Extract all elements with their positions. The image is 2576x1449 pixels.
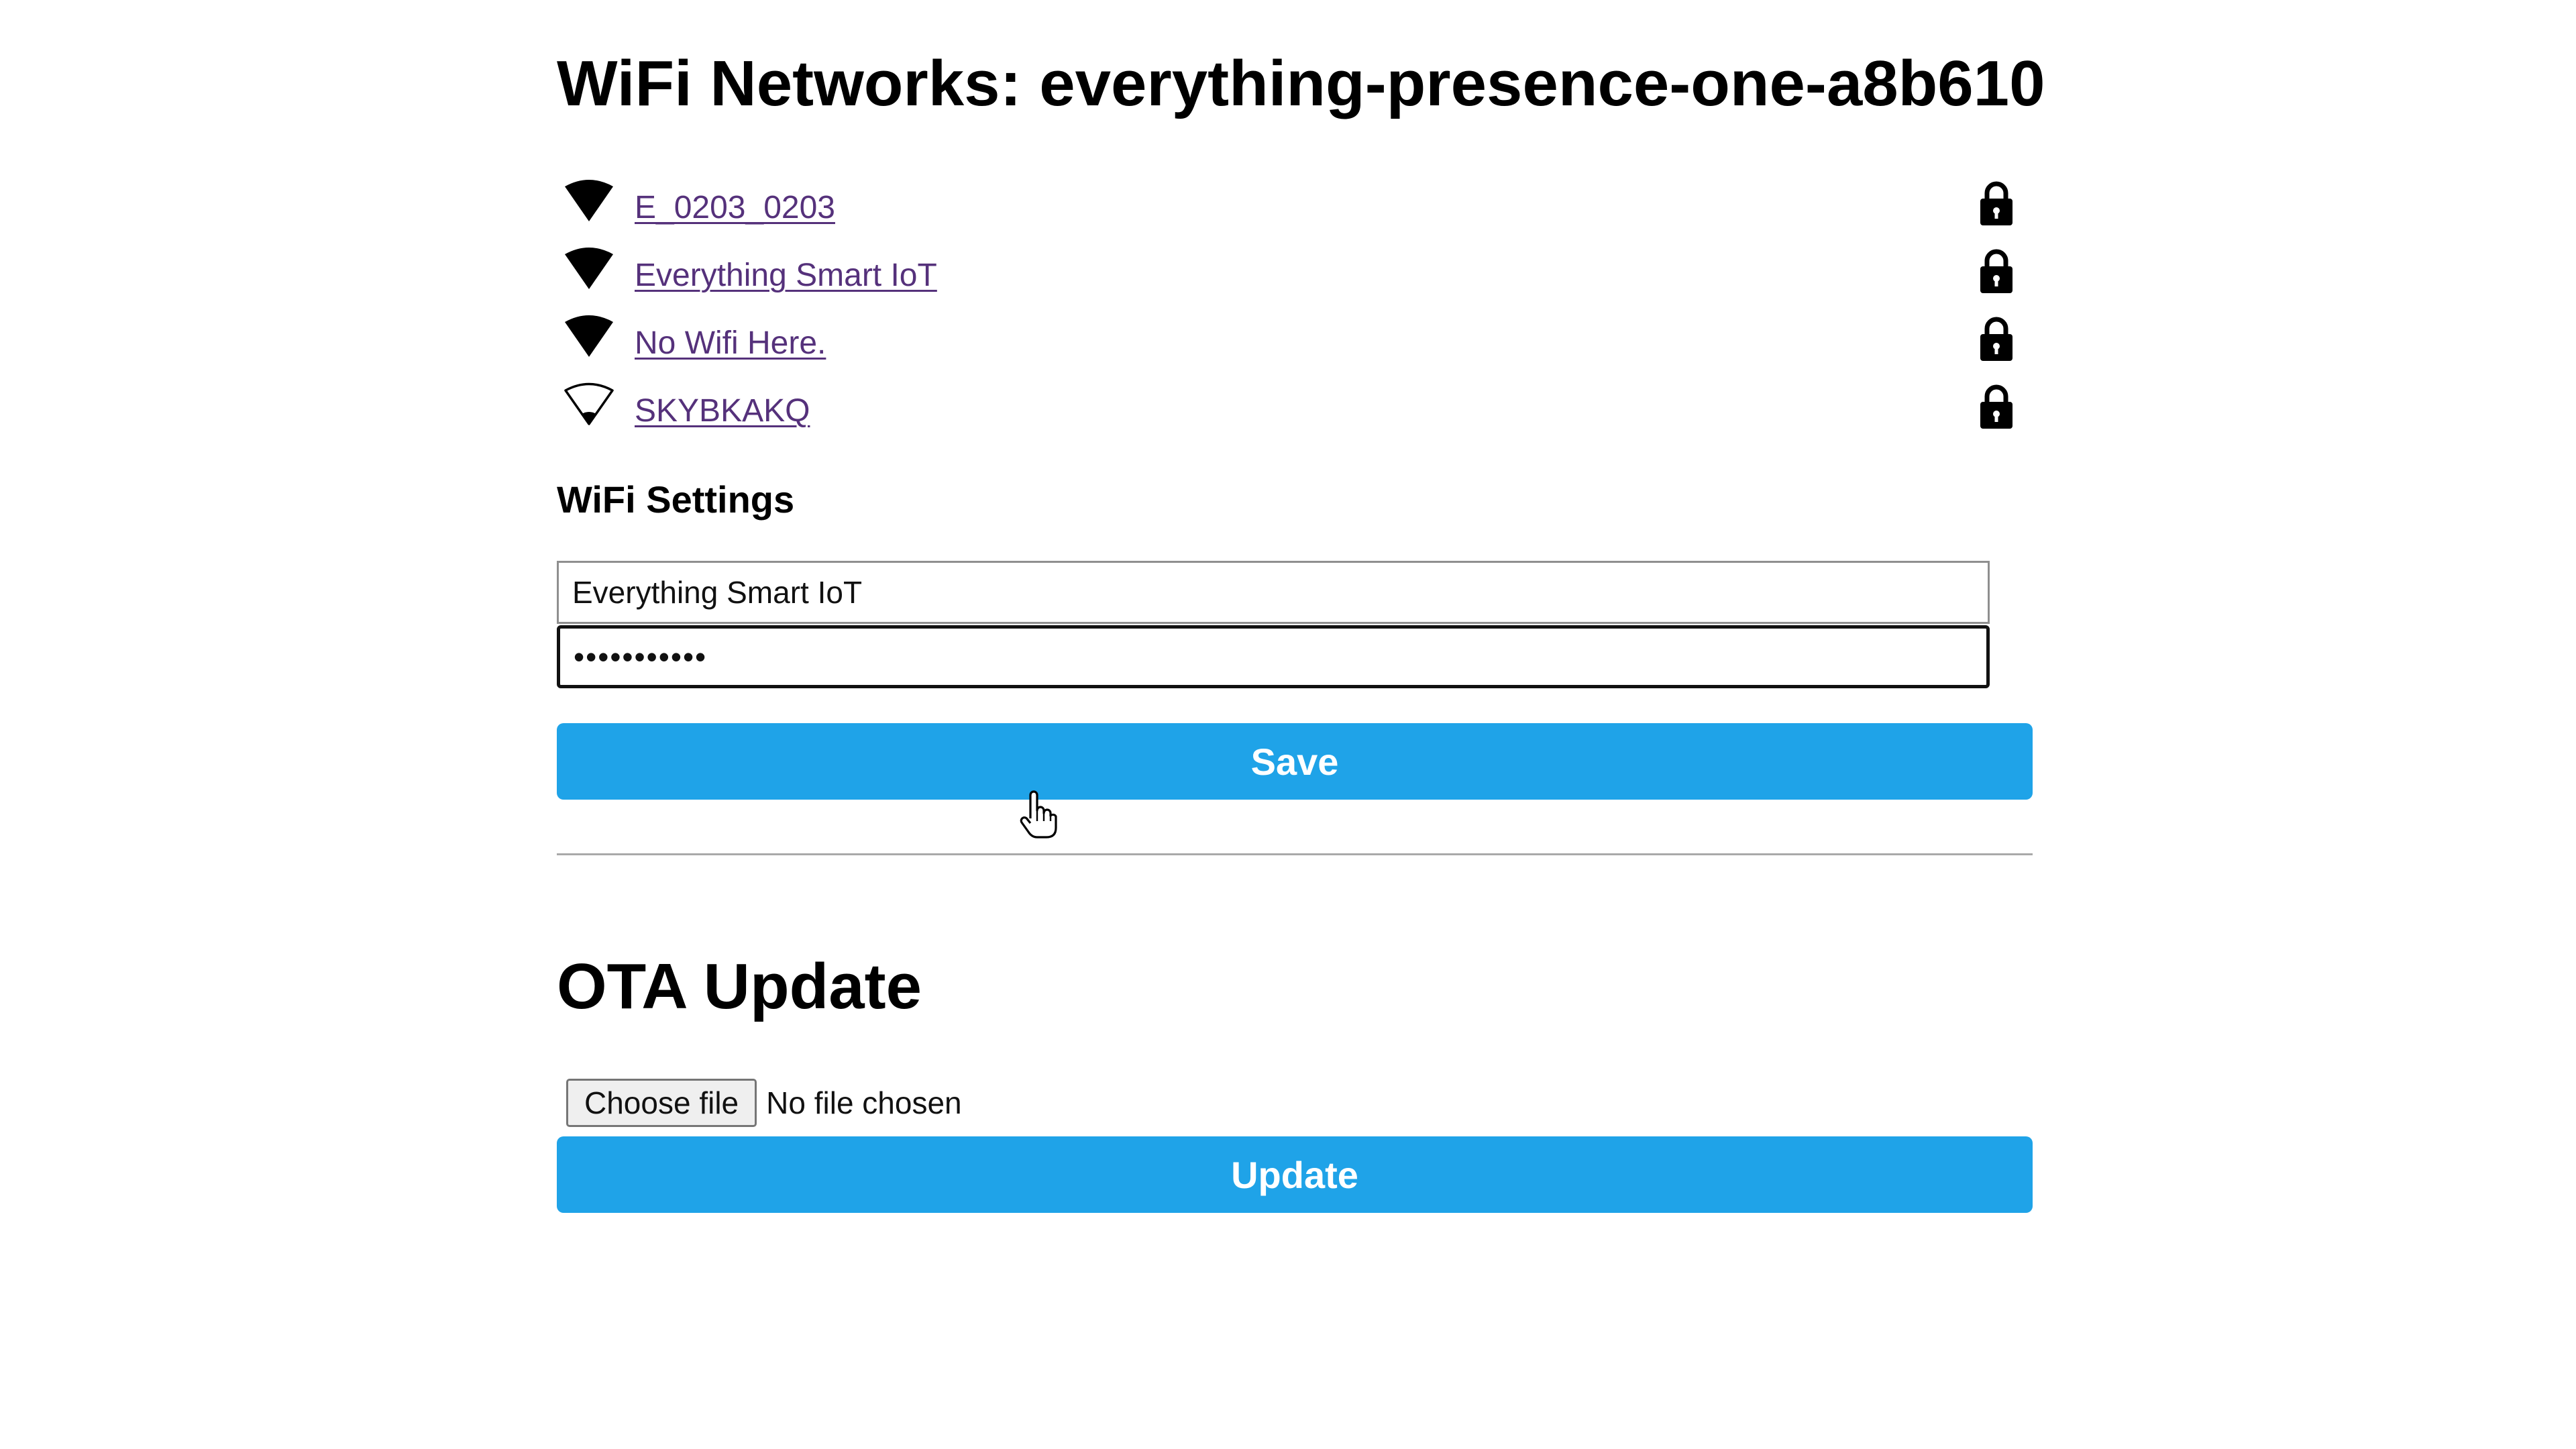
save-button[interactable]: Save: [557, 723, 2033, 800]
wifi-signal-weak-icon: [564, 382, 614, 425]
choose-file-button[interactable]: Choose file: [566, 1079, 757, 1127]
lock-icon: [1980, 384, 2012, 429]
network-row: SKYBKAKQ: [557, 372, 2033, 440]
wifi-signal-icon: [565, 180, 613, 221]
ssid-input[interactable]: [557, 561, 1990, 624]
network-row: No Wifi Here.: [557, 305, 2033, 372]
ota-update-heading: OTA Update: [557, 951, 922, 1022]
file-input: Choose file No file chosen: [566, 1077, 962, 1128]
network-row: E_0203_0203: [557, 169, 2033, 237]
password-input[interactable]: [557, 625, 1990, 688]
lock-icon: [1980, 249, 2012, 293]
lock-icon: [1980, 317, 2012, 361]
network-row: Everything Smart IoT: [557, 237, 2033, 305]
wifi-signal-icon: [565, 248, 613, 289]
network-link[interactable]: Everything Smart IoT: [635, 257, 937, 294]
page-title: WiFi Networks: everything-presence-one-a…: [557, 48, 2045, 119]
network-link[interactable]: No Wifi Here.: [635, 325, 826, 362]
wifi-settings-heading: WiFi Settings: [557, 478, 795, 521]
network-link[interactable]: SKYBKAKQ: [635, 392, 810, 429]
wifi-signal-icon: [565, 315, 613, 357]
file-status: No file chosen: [766, 1085, 962, 1120]
network-link[interactable]: E_0203_0203: [635, 189, 835, 226]
network-list: E_0203_0203 Everything Smart IoT No Wifi…: [557, 169, 2033, 440]
lock-icon: [1980, 181, 2012, 225]
update-button[interactable]: Update: [557, 1136, 2033, 1213]
section-divider: [557, 853, 2033, 855]
hand-pointer-icon: [1020, 790, 1057, 839]
